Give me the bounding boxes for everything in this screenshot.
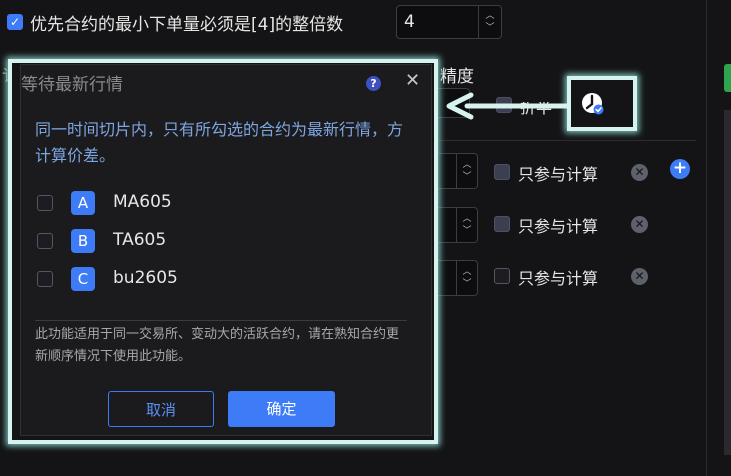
contract-item[interactable]: B TA605 — [37, 227, 337, 255]
row3-calc-only-label: 只参与计算 — [518, 269, 599, 288]
contract-name: TA605 — [113, 230, 167, 250]
row3-calc-only-checkbox[interactable] — [494, 268, 510, 284]
help-icon[interactable]: ? — [366, 76, 381, 91]
row2-remove-icon[interactable]: ✕ — [631, 216, 648, 233]
row2-calc-only-label: 只参与计算 — [518, 217, 599, 236]
dialog-divider — [35, 320, 407, 321]
min-order-multiple-checkbox[interactable]: ✓ — [7, 14, 23, 30]
stepper-up-icon[interactable]: ︿ — [485, 10, 494, 22]
contract-checkbox[interactable] — [37, 271, 53, 287]
row3-remove-icon[interactable]: ✕ — [631, 268, 648, 285]
pointer-arrow-icon — [445, 91, 570, 121]
row1-calc-only-checkbox[interactable] — [494, 164, 510, 180]
contract-item[interactable]: A MA605 — [37, 189, 337, 217]
confirm-button[interactable]: 确定 — [228, 391, 335, 427]
dialog-title: 等待最新行情 — [21, 75, 123, 95]
cancel-button[interactable]: 取消 — [108, 391, 214, 427]
dialog-description: 同一时间切片内，只有所勾选的合约为最新行情，方计算价差。 — [35, 120, 404, 165]
right-panel-edge — [706, 0, 707, 476]
min-order-multiple-value: 4 — [404, 12, 415, 32]
row1-stepper[interactable]: ︿ ﹀ — [436, 153, 478, 189]
row1-remove-icon[interactable]: ✕ — [631, 164, 648, 181]
wait-latest-quote-dialog: 等待最新行情 ? ✕ 同一时间切片内，只有所勾选的合约为最新行情，方计算价差。 … — [20, 64, 432, 436]
row2-stepper[interactable]: ︿ ﹀ — [436, 207, 478, 243]
contract-tag: C — [71, 267, 95, 291]
contract-name: MA605 — [113, 192, 172, 212]
dialog-note: 此功能适用于同一交易所、变动大的活跃合约，请在熟知合约更新顺序情况下使用此功能。 — [35, 327, 400, 364]
row2-calc-only-checkbox[interactable] — [494, 216, 510, 232]
add-row-icon[interactable]: + — [670, 159, 690, 179]
min-order-multiple-label: 优先合约的最小下单量必须是[4]的整倍数 — [30, 15, 344, 35]
precision-header: 精度 — [440, 67, 474, 87]
min-order-multiple-stepper[interactable]: ︿ ﹀ — [478, 6, 501, 38]
min-order-multiple-input[interactable]: 4 ︿ ﹀ — [396, 5, 502, 39]
contract-checkbox[interactable] — [37, 233, 53, 249]
contract-tag: B — [71, 229, 95, 253]
stepper-down-icon[interactable]: ﹀ — [485, 22, 494, 34]
contract-tag: A — [71, 191, 95, 215]
right-scrollbar[interactable] — [724, 110, 731, 455]
row1-calc-only-label: 只参与计算 — [518, 165, 599, 184]
contract-item[interactable]: C bu2605 — [37, 265, 337, 293]
right-green-tab — [724, 64, 731, 92]
close-icon[interactable]: ✕ — [405, 70, 420, 91]
wait-latest-quote-icon[interactable] — [581, 92, 605, 116]
row3-stepper[interactable]: ︿ ﹀ — [436, 260, 478, 296]
header-divider — [436, 140, 696, 141]
contract-name: bu2605 — [113, 268, 178, 288]
contract-checkbox[interactable] — [37, 195, 53, 211]
